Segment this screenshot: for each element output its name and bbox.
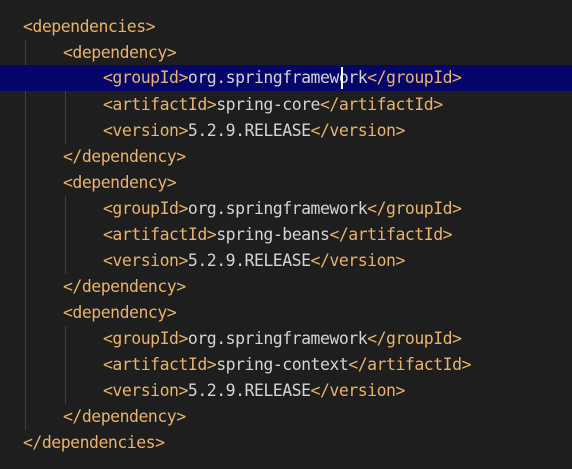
code-line[interactable]: </dependency> (0, 144, 572, 170)
tag-open: <artifactId> (103, 225, 217, 244)
code-line[interactable]: <dependency> (0, 40, 572, 66)
tag-open: <dependency> (63, 173, 177, 192)
tag-open: <version> (103, 381, 188, 400)
tag-close: </artifactId> (329, 225, 453, 244)
code-line[interactable]: <version>5.2.9.RELEASE</version> (0, 248, 572, 274)
code-line-current[interactable]: <groupId>org.springframework</groupId> (0, 65, 572, 91)
tag-open: <version> (103, 251, 188, 270)
tag-value: spring-context (216, 355, 349, 374)
code-line[interactable]: <groupId>org.springframework</groupId> (0, 326, 572, 352)
tag-open: </dependency> (63, 147, 186, 166)
tag-value: org.springframework (187, 199, 368, 218)
code-line[interactable]: <dependency> (0, 300, 572, 326)
tag-open: </dependency> (63, 277, 186, 296)
tag-close: </artifactId> (320, 95, 443, 114)
tag-open: <dependency> (63, 43, 177, 62)
tag-open: <artifactId> (103, 95, 217, 114)
tag-open: <artifactId> (103, 355, 217, 374)
code-line[interactable]: <artifactId>spring-core</artifactId> (0, 92, 572, 118)
text-cursor (341, 67, 343, 89)
tag-open: <groupId> (103, 199, 188, 218)
tag-open: </dependencies> (23, 433, 165, 452)
tag-close: </groupId> (367, 199, 462, 218)
code-line[interactable]: <dependencies> (0, 14, 572, 40)
tag-close: </version> (310, 381, 406, 400)
code-editor[interactable]: <dependencies> <dependency> <groupId>org… (0, 0, 572, 469)
code-line[interactable]: <artifactId>spring-context</artifactId> (0, 352, 572, 378)
tag-value: 5.2.9.RELEASE (187, 381, 311, 400)
tag-value: spring-core (216, 95, 320, 114)
tag-open: </dependency> (63, 407, 186, 426)
code-line[interactable]: <version>5.2.9.RELEASE</version> (0, 378, 572, 404)
code-line[interactable]: <artifactId>spring-beans</artifactId> (0, 222, 572, 248)
tag-close: </version> (310, 251, 406, 270)
tag-open: <dependency> (63, 303, 177, 322)
tag-close: </version> (310, 121, 406, 140)
tag-value: spring-beans (216, 225, 330, 244)
tag-open: <version> (103, 121, 188, 140)
tag-open: <groupId> (103, 68, 188, 87)
tag-value: org.springframework (187, 329, 368, 348)
tag-value: 5.2.9.RELEASE (187, 251, 311, 270)
tag-value: 5.2.9.RELEASE (187, 121, 311, 140)
code-line[interactable]: <version>5.2.9.RELEASE</version> (0, 118, 572, 144)
tag-close: </groupId> (367, 329, 462, 348)
code-line[interactable]: </dependencies> (0, 430, 572, 456)
tag-open: <dependencies> (23, 17, 156, 36)
code-line[interactable]: </dependency> (0, 274, 572, 300)
code-line[interactable]: <groupId>org.springframework</groupId> (0, 196, 572, 222)
tag-close: </artifactId> (348, 355, 471, 374)
code-line[interactable]: </dependency> (0, 404, 572, 430)
code-line[interactable]: <dependency> (0, 170, 572, 196)
tag-open: <groupId> (103, 329, 188, 348)
tag-close: </groupId> (367, 68, 462, 87)
